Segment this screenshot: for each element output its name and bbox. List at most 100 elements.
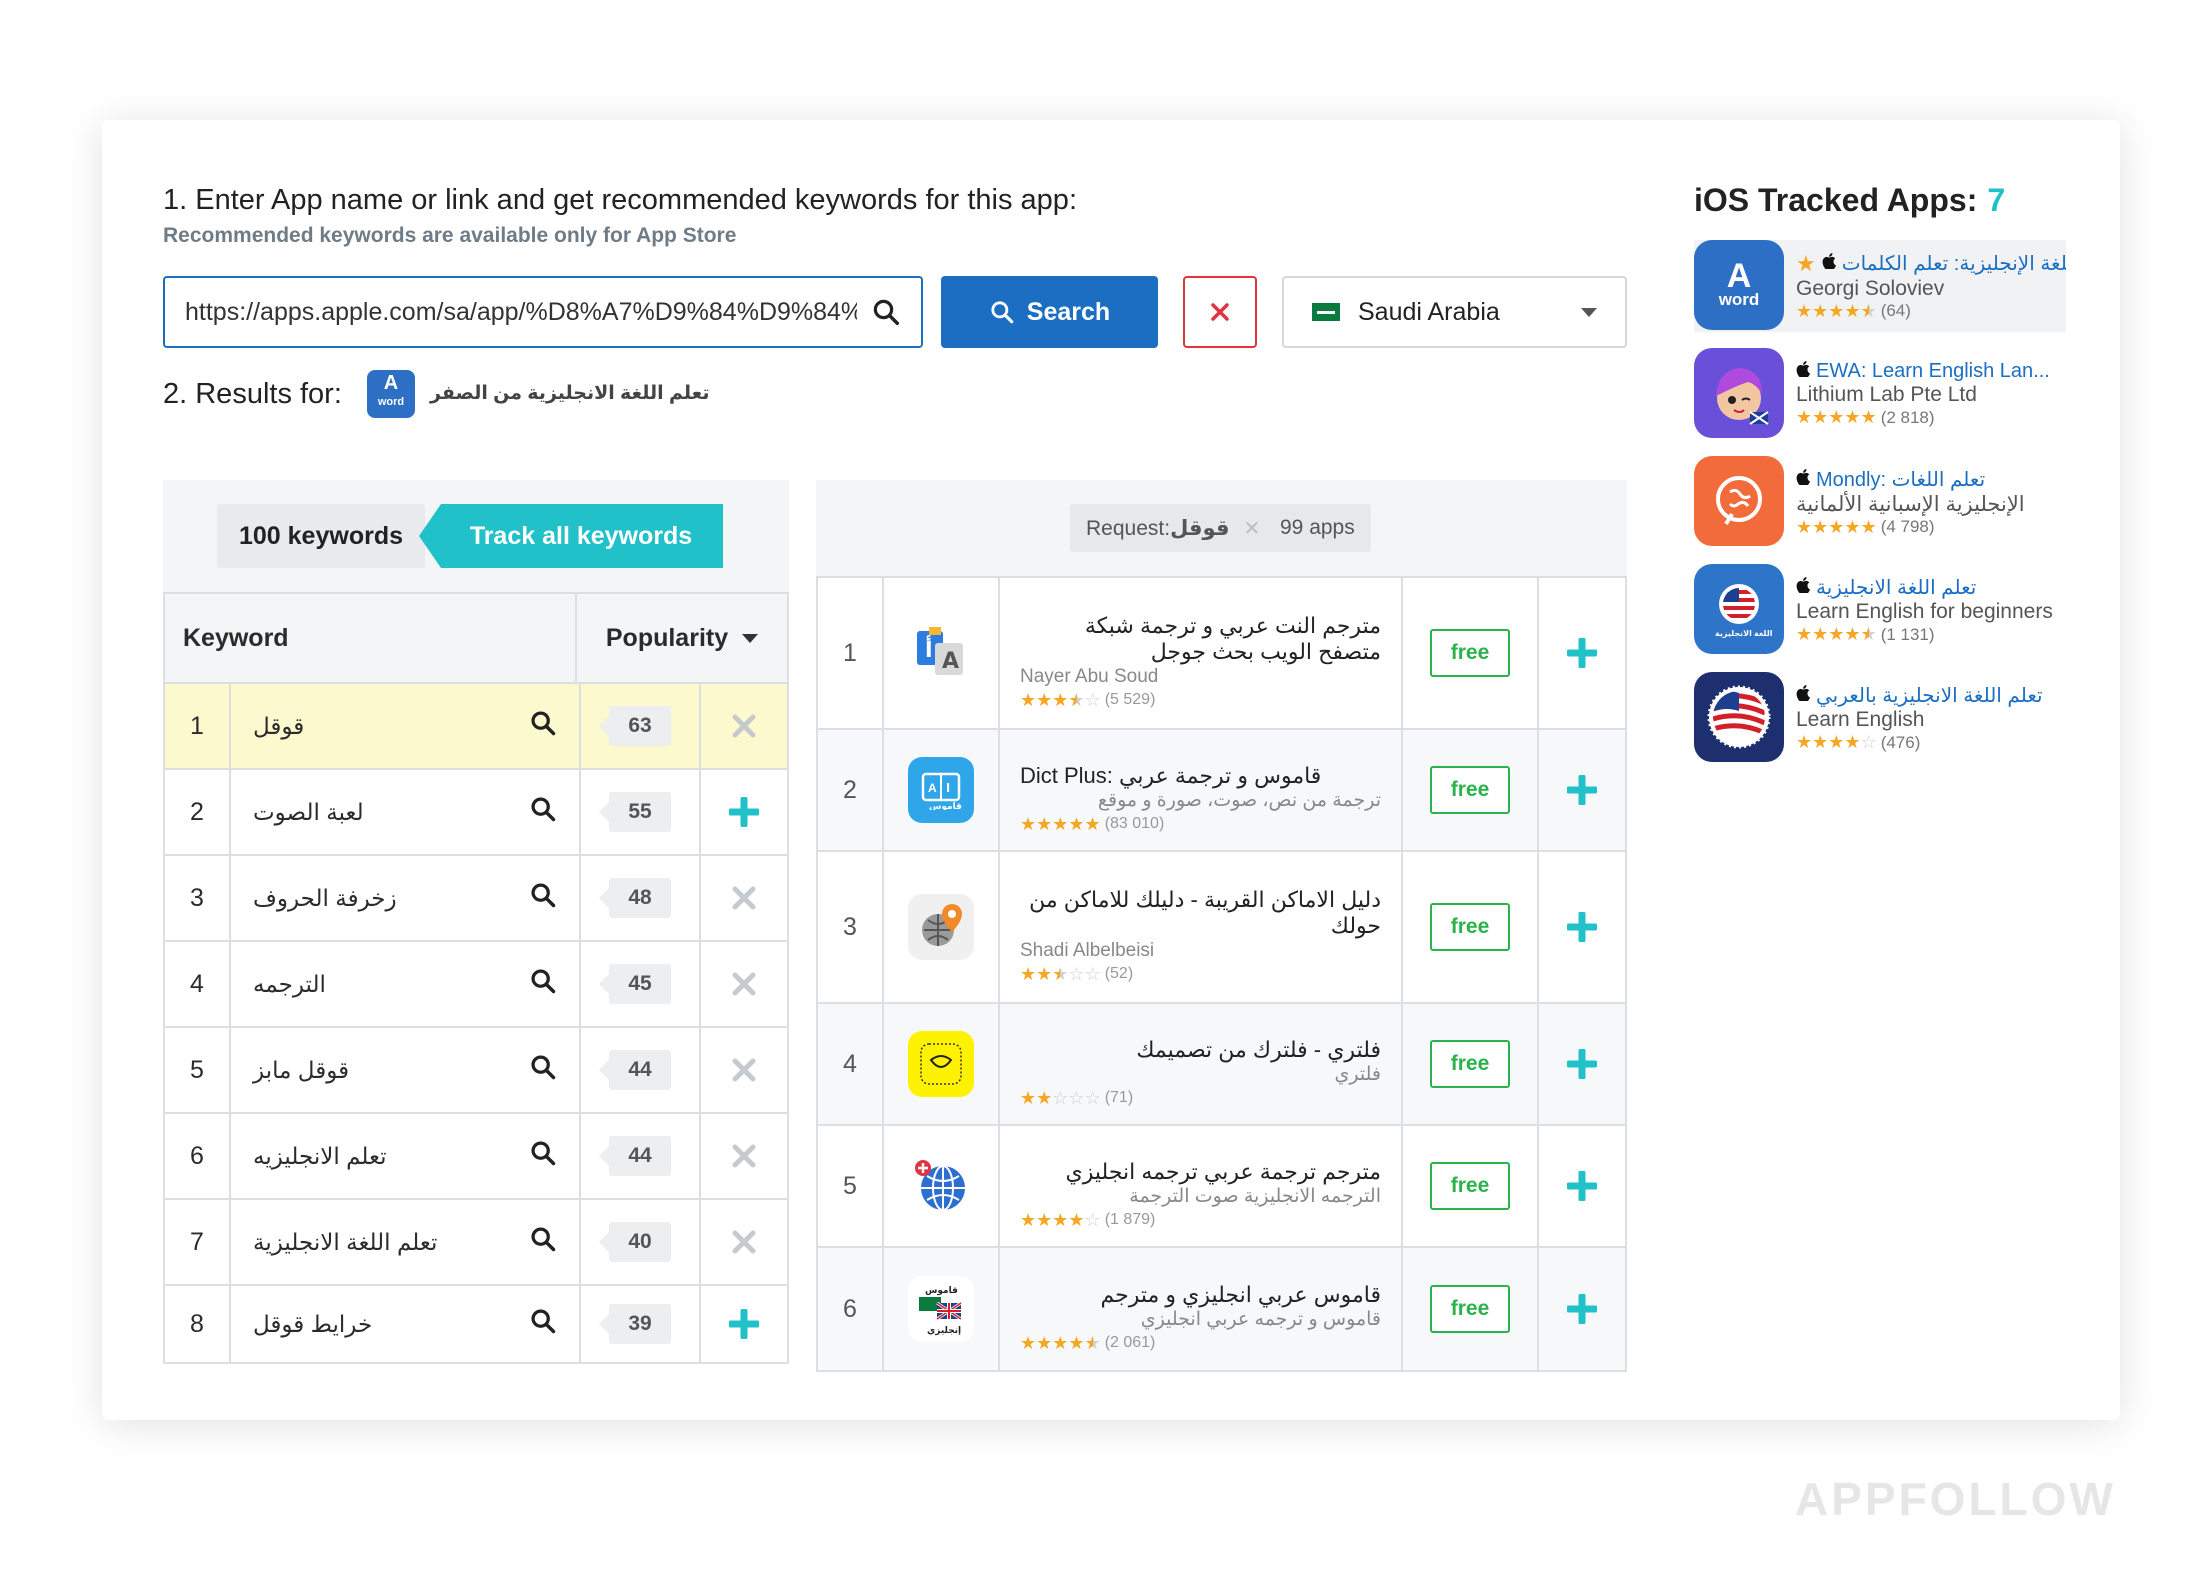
untrack-keyword-button[interactable] [701,856,787,940]
keyword-row[interactable]: 1 قوقل 63 [165,684,787,770]
app-title[interactable]: قاموس عربي انجليزي و مترجم [1020,1282,1381,1308]
untrack-keyword-button[interactable] [701,1200,787,1284]
country-select[interactable]: Saudi Arabia [1282,276,1627,348]
app-title[interactable]: مترجم النت عربي و ترجمة شبكة متصفح الويب… [1020,613,1381,665]
free-price-button[interactable]: free [1430,1162,1510,1210]
clear-button[interactable] [1183,276,1257,348]
popularity-badge: 45 [599,964,671,1004]
keyword-row[interactable]: 3 زخرفة الحروف 48 [165,856,787,942]
keyword-text: تعلم الانجليزيه [253,1142,387,1169]
untrack-keyword-button[interactable] [701,1028,787,1112]
keyword-research-card: 1. Enter App name or link and get recomm… [102,120,2120,1420]
column-keyword[interactable]: Keyword [165,594,577,682]
search-icon[interactable] [529,709,557,743]
tracked-app-name[interactable]: تعلم اللغة الانجليزية بالعربي [1796,683,2043,708]
app-rank: 2 [818,730,884,850]
app-row[interactable]: 4 فلتري - فلترك من تصميمك فلتري ★★☆☆☆ (71) fr… [818,1004,1625,1126]
app-row[interactable]: 6 قاموس إنجليزي قاموس عربي انجليزي و مترجم ق… [818,1248,1625,1370]
column-popularity[interactable]: Popularity [577,594,787,682]
add-app-button[interactable] [1539,1126,1625,1246]
chevron-down-icon [1581,307,1597,317]
search-icon[interactable] [529,1053,557,1087]
add-app-button[interactable] [1539,1248,1625,1370]
search-icon[interactable] [529,795,557,829]
keyword-rank: 1 [165,684,231,768]
tracked-app-item[interactable]: Aword ★ اللغة الإنجليزية: تعلم الكلمات Geor… [1694,240,2066,332]
search-button[interactable]: Search [941,276,1158,348]
track-all-keywords-button[interactable]: Track all keywords [419,504,723,568]
tracked-apps-title: iOS Tracked Apps: 7 [1694,182,2006,218]
app-developer: Nayer Abu Soud [1020,666,1159,687]
app-row[interactable]: 3 دليل الاماكن القريبة - دليلك للاماكن من… [818,852,1625,1004]
favorite-star-icon[interactable]: ★ [1796,251,1816,277]
tracked-app-icon [1694,456,1784,546]
free-price-button[interactable]: free [1430,1040,1510,1088]
tracked-app-item[interactable]: EWA: Learn English Lan... Lithium Lab Pte… [1694,348,2066,440]
search-icon[interactable] [529,1225,557,1259]
svg-text:قاموس: قاموس [929,801,962,810]
search-icon[interactable] [529,881,557,915]
keyword-row[interactable]: 8 خرايط قوقل 39 [165,1286,787,1362]
app-title[interactable]: مترجم ترجمة عربي ترجمه انجليزي [1020,1159,1381,1185]
apple-icon [1796,684,1810,707]
svg-text:A: A [942,649,959,674]
app-row[interactable]: 2 A ا قاموس Dict Plus: قاموس و ترجمة عربي ترج… [818,730,1625,852]
add-app-button[interactable] [1539,578,1625,728]
svg-text:تعلم اللغة الانجليزية: تعلم اللغة الانجليزية [1715,629,1772,638]
free-price-button[interactable]: free [1430,766,1510,814]
tracked-app-icon [1694,348,1784,438]
result-app-name[interactable]: تعلم اللغة الانجليزية من الصفر [430,382,709,405]
keyword-row[interactable]: 2 لعبة الصوت 55 [165,770,787,856]
app-rating: ★★★★★ (83 010) [1020,813,1381,835]
tracked-app-name[interactable]: EWA: Learn English Lan... [1796,360,2050,383]
app-row[interactable]: 1 أ A مترجم النت عربي و ترجمة شبكة متصفح ال… [818,578,1625,730]
free-price-button[interactable]: free [1430,903,1510,951]
app-row[interactable]: 5 مترجم ترجمة عربي ترجمه انجليزي الترجمه ا… [818,1126,1625,1248]
app-rank: 6 [818,1248,884,1370]
step2-label: 2. Results for: [163,378,342,410]
popularity-badge: 44 [599,1050,671,1090]
track-keyword-button[interactable] [701,1286,787,1362]
search-icon[interactable] [529,1139,557,1173]
svg-text:ا: ا [946,781,950,795]
add-app-button[interactable] [1539,730,1625,850]
tracked-app-item[interactable]: Mondly: تعلم اللغات الإنجليزية الإسبانية … [1694,456,2066,548]
free-price-button[interactable]: free [1430,1285,1510,1333]
search-icon[interactable] [529,967,557,1001]
keyword-row[interactable]: 5 قوقل مابز 44 [165,1028,787,1114]
search-icon[interactable] [529,1307,557,1341]
add-app-button[interactable] [1539,852,1625,1002]
rating-stars-icon: ★★★★★ [1020,1333,1101,1353]
keyword-text: الترجمه [253,970,326,997]
tracked-app-name[interactable]: ★ اللغة الإنجليزية: تعلم الكلمات [1796,251,2066,277]
app-title[interactable]: Dict Plus: قاموس و ترجمة عربي [1020,763,1381,789]
untrack-keyword-button[interactable] [701,942,787,1026]
tracked-app-icon [1694,672,1784,762]
add-app-button[interactable] [1539,1004,1625,1124]
country-value: Saudi Arabia [1358,297,1500,326]
untrack-keyword-button[interactable] [701,684,787,768]
rating-stars-icon: ★★☆☆☆ [1020,1088,1101,1108]
keyword-row[interactable]: 4 الترجمه 45 [165,942,787,1028]
track-keyword-button[interactable] [701,770,787,854]
app-review-count: (71) [1104,1089,1134,1106]
tracked-app-rating: ★★★★★ (64) [1796,301,2066,322]
untrack-keyword-button[interactable] [701,1114,787,1198]
search-icon[interactable] [871,297,901,327]
tracked-app-rating: ★★★★★ (4 798) [1796,517,2025,538]
tracked-app-name[interactable]: Mondly: تعلم اللغات [1796,467,2025,492]
app-title[interactable]: فلتري - فلترك من تصميمك [1020,1037,1381,1063]
tracked-app-item[interactable]: تعلم اللغة الانجليزية تعلم اللغة الانجليز… [1694,564,2066,656]
tracked-app-name[interactable]: تعلم اللغة الانجليزية [1796,575,2053,600]
app-url-input[interactable]: https://apps.apple.com/sa/app/%D8%A7%D9%… [163,276,923,348]
tracked-app-developer: Learn English [1796,708,1925,731]
keyword-rank: 3 [165,856,231,940]
search-button-label: Search [1026,297,1111,326]
tracked-app-item[interactable]: تعلم اللغة الانجليزية بالعربي Learn Engli… [1694,672,2066,764]
keyword-row[interactable]: 6 تعلم الانجليزيه 44 [165,1114,787,1200]
free-price-button[interactable]: free [1430,629,1510,677]
app-review-count: (5 529) [1104,691,1156,708]
remove-request-icon[interactable]: ✕ [1243,516,1260,541]
app-title[interactable]: دليل الاماكن القريبة - دليلك للاماكن من … [1020,887,1381,939]
keyword-row[interactable]: 7 تعلم اللغة الانجليزية 40 [165,1200,787,1286]
